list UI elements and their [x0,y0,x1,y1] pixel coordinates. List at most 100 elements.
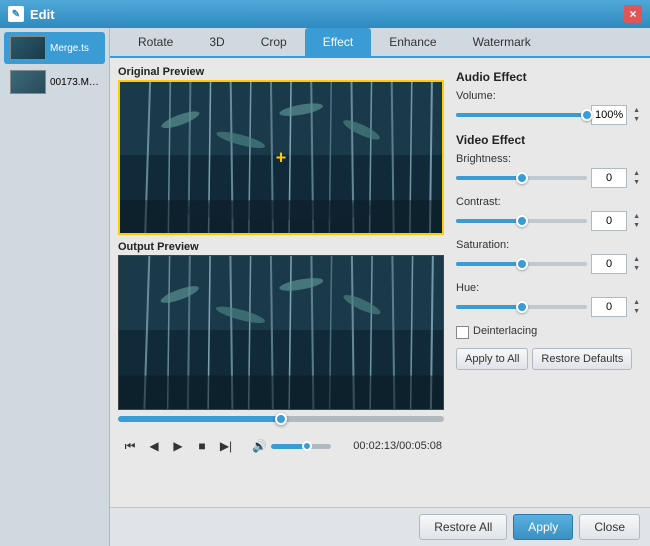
volume-slider[interactable] [271,444,331,449]
app-icon: ✎ [8,6,24,22]
tabs-bar: Rotate 3D Crop Effect Enhance Watermark [110,28,650,58]
next-frame-button[interactable]: ▶| [216,436,236,456]
volume-thumb[interactable] [581,109,593,121]
brightness-track[interactable] [456,176,587,180]
seek-bar[interactable] [118,416,444,422]
close-window-button[interactable]: × [624,5,642,23]
stop-button[interactable]: ■ [192,436,212,456]
apply-button[interactable]: Apply [513,514,573,540]
brightness-row: Brightness: 0 ▲ ▼ [456,153,642,188]
effects-buttons: Apply to All Restore Defaults [456,348,642,370]
sidebar-thumb-merge [10,36,46,60]
output-video-bg [119,256,443,409]
apply-to-all-button[interactable]: Apply to All [456,348,528,370]
contrast-row: Contrast: 0 ▲ ▼ [456,196,642,231]
deinterlace-row: Deinterlacing [456,325,642,340]
saturation-slider-row: 0 ▲ ▼ [456,254,642,274]
contrast-slider-row: 0 ▲ ▼ [456,211,642,231]
tab-3d[interactable]: 3D [191,28,242,56]
original-preview-label: Original Preview [118,66,444,78]
contrast-up[interactable]: ▲ [631,212,642,221]
brightness-value: 0 [591,168,627,188]
main-content: Merge.ts 00173.MTS Rotate 3D Crop Effect… [0,28,650,546]
effects-panel: Audio Effect Volume: 100% ▲ ▼ [452,66,642,499]
contrast-down[interactable]: ▼ [631,221,642,230]
sidebar-item-mts[interactable]: 00173.MTS [4,66,105,98]
restore-defaults-button[interactable]: Restore Defaults [532,348,632,370]
transport-bar: ⏮ ◀ ▶ ■ ▶| 🔊 00:02:13/00:05:08 [118,432,444,460]
hue-value: 0 [591,297,627,317]
restore-all-button[interactable]: Restore All [419,514,507,540]
title-bar: ✎ Edit × [0,0,650,28]
brightness-down[interactable]: ▼ [631,178,642,187]
deinterlace-label: Deinterlacing [473,325,537,337]
volume-slider-row: 100% ▲ ▼ [456,105,642,125]
saturation-spinner[interactable]: ▲ ▼ [631,255,642,273]
volume-down[interactable]: ▼ [631,115,642,124]
saturation-track[interactable] [456,262,587,266]
skip-start-button[interactable]: ⏮ [120,436,140,456]
hue-row: Hue: 0 ▲ ▼ [456,282,642,317]
tab-watermark[interactable]: Watermark [455,28,549,56]
hue-down[interactable]: ▼ [631,307,642,316]
sidebar-item-merge[interactable]: Merge.ts [4,32,105,64]
original-video-bg: + [120,82,442,233]
saturation-up[interactable]: ▲ [631,255,642,264]
seek-handle[interactable] [275,413,287,425]
seek-bar-container [118,416,444,422]
hue-thumb[interactable] [516,301,528,313]
deinterlace-checkbox[interactable] [456,326,469,339]
content-area: Original Preview [110,58,650,507]
prev-frame-button[interactable]: ◀ [144,436,164,456]
play-button[interactable]: ▶ [168,436,188,456]
saturation-thumb[interactable] [516,258,528,270]
output-preview-label: Output Preview [118,241,444,253]
output-preview-video [118,255,444,410]
volume-label: Volume: [456,90,642,102]
volume-value: 100% [591,105,627,125]
contrast-value: 0 [591,211,627,231]
crop-crosshair: + [276,147,287,168]
original-preview-section: Original Preview [118,66,444,235]
volume-row: Volume: 100% ▲ ▼ [456,90,642,125]
volume-track[interactable] [456,113,587,117]
hue-spinner[interactable]: ▲ ▼ [631,298,642,316]
time-display: 00:02:13/00:05:08 [353,440,442,452]
saturation-label: Saturation: [456,239,642,251]
volume-handle[interactable] [302,441,312,451]
volume-up[interactable]: ▲ [631,106,642,115]
audio-effect-title: Audio Effect [456,70,642,84]
output-preview-section: Output Preview [118,241,444,410]
sidebar-thumb-mts [10,70,46,94]
sidebar: Merge.ts 00173.MTS [0,28,110,546]
original-preview-video: + [118,80,444,235]
hue-label: Hue: [456,282,642,294]
video-effect-title: Video Effect [456,133,642,147]
hue-slider-row: 0 ▲ ▼ [456,297,642,317]
sidebar-filename-merge: Merge.ts [50,43,89,54]
saturation-value: 0 [591,254,627,274]
brightness-label: Brightness: [456,153,642,165]
brightness-slider-row: 0 ▲ ▼ [456,168,642,188]
tab-effect[interactable]: Effect [305,28,371,56]
preview-area: Original Preview [118,66,444,499]
saturation-row: Saturation: 0 ▲ ▼ [456,239,642,274]
window-title: Edit [30,7,55,22]
contrast-thumb[interactable] [516,215,528,227]
tab-crop[interactable]: Crop [243,28,305,56]
tab-rotate[interactable]: Rotate [120,28,191,56]
brightness-up[interactable]: ▲ [631,169,642,178]
close-button[interactable]: Close [579,514,640,540]
brightness-thumb[interactable] [516,172,528,184]
volume-spinner[interactable]: ▲ ▼ [631,106,642,124]
tab-enhance[interactable]: Enhance [371,28,454,56]
volume-icon: 🔊 [252,439,267,453]
hue-up[interactable]: ▲ [631,298,642,307]
brightness-spinner[interactable]: ▲ ▼ [631,169,642,187]
hue-track[interactable] [456,305,587,309]
contrast-label: Contrast: [456,196,642,208]
saturation-down[interactable]: ▼ [631,264,642,273]
contrast-spinner[interactable]: ▲ ▼ [631,212,642,230]
contrast-track[interactable] [456,219,587,223]
bottom-bar: Restore All Apply Close [110,507,650,546]
